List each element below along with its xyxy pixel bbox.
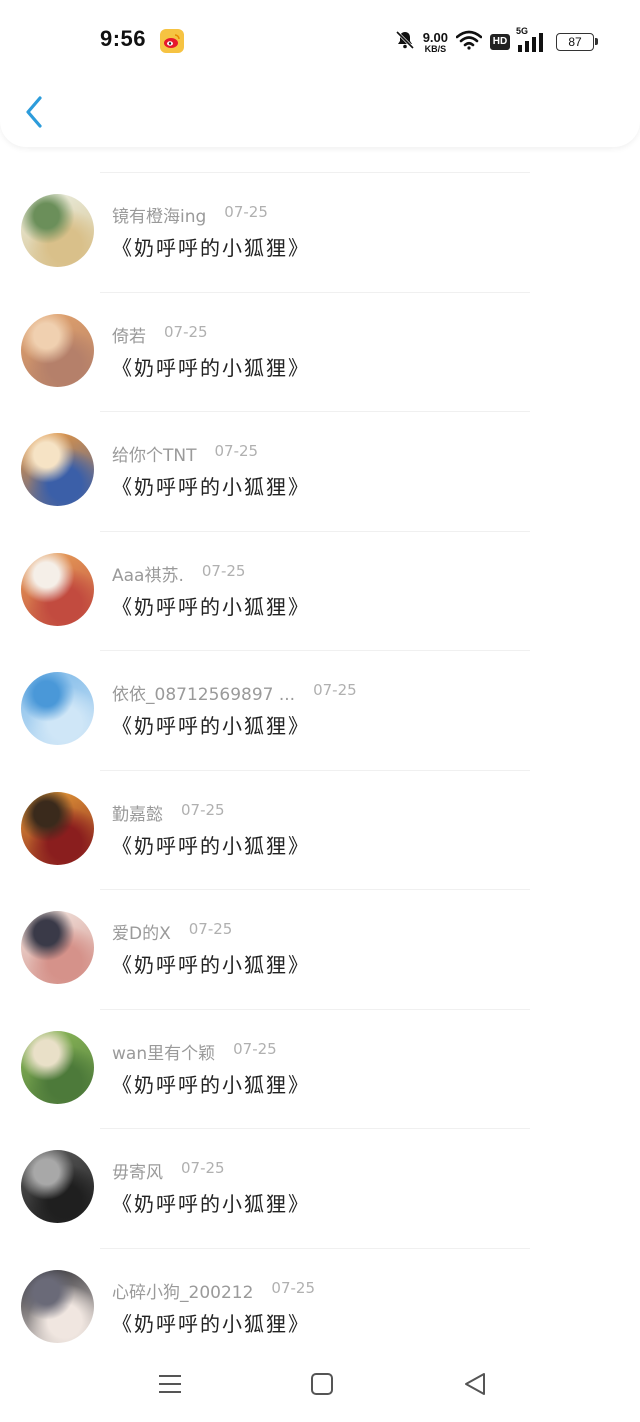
back-triangle-icon	[460, 1373, 490, 1403]
status-bar: 9:56 9.00 KB/S HD 5G 87	[0, 22, 640, 62]
post-date: 07-25	[188, 920, 233, 938]
divider	[100, 650, 530, 651]
list-item[interactable]: 依依_08712569897 ... 07-25 《奶呼呼的小狐狸》	[0, 630, 640, 750]
username[interactable]: 心碎小狗_200212	[112, 1278, 253, 1303]
avatar[interactable]	[21, 1030, 94, 1104]
post-date: 07-25	[181, 800, 225, 819]
hd-icon: HD	[490, 34, 510, 50]
divider	[100, 889, 530, 890]
comment-list: 镜有橙海ing 07-25 《奶呼呼的小狐狸》 倚若 07-25 《奶呼呼的小狐狸》 给你个…	[0, 152, 640, 1347]
comment-text: 《奶呼呼的小狐狸》	[112, 833, 310, 858]
status-time: 9:56	[100, 26, 147, 51]
network-type-label: 5G	[516, 26, 529, 36]
divider	[100, 172, 530, 173]
username[interactable]: 镜有橙海ing	[112, 202, 206, 227]
username[interactable]: 给你个TNT	[112, 441, 197, 466]
home-button[interactable]	[307, 1369, 337, 1399]
network-speed-value: 9.00	[422, 29, 448, 45]
avatar[interactable]	[21, 672, 94, 745]
system-nav-bar	[0, 1355, 640, 1422]
avatar[interactable]	[21, 433, 94, 506]
username[interactable]: 爱D的X	[112, 919, 171, 944]
signal-icon: 5G	[516, 26, 544, 52]
divider	[100, 1247, 530, 1249]
list-item[interactable]: 毋寄风 07-25 《奶呼呼的小狐狸》	[0, 1108, 640, 1228]
avatar[interactable]	[21, 313, 94, 387]
header-card: 9:56 9.00 KB/S HD 5G 87	[0, 0, 640, 147]
mute-icon	[395, 30, 415, 54]
home-icon	[307, 1373, 337, 1403]
comment-text: 《奶呼呼的小狐狸》	[112, 594, 310, 619]
network-speed: 9.00 KB/S	[423, 31, 448, 54]
username[interactable]: 倚若	[112, 322, 146, 347]
list-item[interactable]: 倚若 07-25 《奶呼呼的小狐狸》	[0, 272, 640, 392]
comment-text: 《奶呼呼的小狐狸》	[112, 236, 310, 260]
battery-level: 87	[568, 35, 582, 49]
username[interactable]: 毋寄风	[112, 1158, 163, 1183]
list-item[interactable]: 爱D的X 07-25 《奶呼呼的小狐狸》	[0, 869, 640, 989]
post-date: 07-25	[313, 681, 357, 699]
post-date: 07-25	[201, 561, 246, 580]
weibo-app-icon	[160, 29, 184, 53]
avatar[interactable]	[21, 1150, 94, 1223]
back-button[interactable]	[18, 90, 54, 134]
network-speed-unit: KB/S	[424, 43, 447, 54]
post-date: 07-25	[224, 203, 268, 221]
status-icons: 9.00 KB/S HD 5G 87	[395, 26, 598, 56]
back-nav-button[interactable]	[460, 1369, 490, 1399]
list-item[interactable]: wan里有个颖 07-25 《奶呼呼的小狐狸》	[0, 989, 640, 1109]
divider	[100, 769, 530, 771]
comment-text: 《奶呼呼的小狐狸》	[112, 1311, 310, 1336]
back-arrow-icon	[18, 96, 54, 138]
post-date: 07-25	[233, 1039, 277, 1058]
divider	[100, 1128, 530, 1129]
avatar[interactable]	[21, 552, 94, 626]
post-date: 07-25	[214, 442, 259, 460]
battery-icon: 87	[556, 33, 598, 51]
divider	[100, 291, 530, 293]
divider	[100, 1008, 530, 1010]
comment-text: 《奶呼呼的小狐狸》	[112, 1072, 310, 1097]
wifi-icon	[455, 30, 483, 54]
list-item[interactable]: 心碎小狗_200212 07-25 《奶呼呼的小狐狸》	[0, 1228, 640, 1348]
list-item[interactable]: 镜有橙海ing 07-25 《奶呼呼的小狐狸》	[0, 152, 640, 272]
username[interactable]: 依依_08712569897 ...	[112, 680, 295, 705]
post-date: 07-25	[181, 1159, 225, 1177]
comment-text: 《奶呼呼的小狐狸》	[112, 475, 310, 499]
list-item[interactable]: Aaa祺苏. 07-25 《奶呼呼的小狐狸》	[0, 511, 640, 631]
post-date: 07-25	[271, 1278, 315, 1297]
avatar[interactable]	[21, 791, 94, 865]
username[interactable]: Aaa祺苏.	[112, 561, 184, 586]
post-date: 07-25	[164, 322, 208, 341]
username[interactable]: 勤嘉懿	[112, 800, 163, 825]
comment-text: 《奶呼呼的小狐狸》	[112, 953, 310, 977]
divider	[100, 411, 530, 412]
menu-button[interactable]	[155, 1369, 185, 1399]
list-item[interactable]: 给你个TNT 07-25 《奶呼呼的小狐狸》	[0, 391, 640, 511]
avatar[interactable]	[21, 1269, 94, 1343]
menu-icon	[155, 1375, 185, 1403]
username[interactable]: wan里有个颖	[112, 1039, 215, 1064]
comment-text: 《奶呼呼的小狐狸》	[112, 355, 310, 380]
divider	[100, 530, 530, 532]
list-item[interactable]: 勤嘉懿 07-25 《奶呼呼的小狐狸》	[0, 750, 640, 870]
avatar[interactable]	[21, 911, 94, 984]
comment-text: 《奶呼呼的小狐狸》	[112, 1192, 310, 1216]
avatar[interactable]	[21, 194, 94, 267]
comment-text: 《奶呼呼的小狐狸》	[112, 714, 310, 738]
